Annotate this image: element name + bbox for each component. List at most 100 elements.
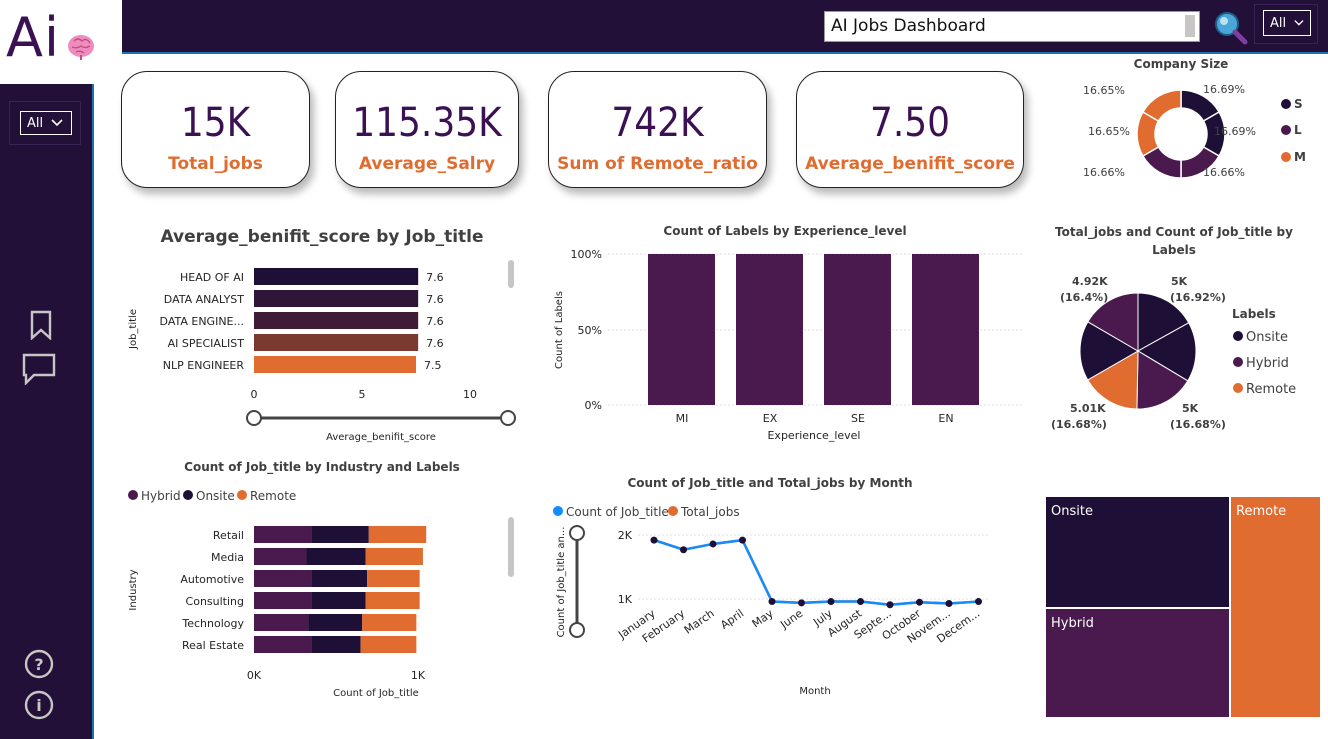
data-point	[857, 598, 864, 606]
bar-segment	[311, 526, 369, 543]
kpi-label: Average_benifit_score	[805, 154, 1015, 174]
bar-segment	[367, 570, 420, 587]
bar	[254, 290, 419, 307]
slice-label: 16.69%	[1203, 83, 1245, 96]
comment-icon[interactable]	[22, 353, 56, 385]
x-axis-label: Experience_level	[767, 429, 860, 442]
bar-segment	[362, 614, 417, 631]
bar-segment	[254, 570, 312, 587]
y-axis-label: Job_title	[128, 309, 139, 350]
y-axis-label: Industry	[128, 569, 139, 610]
x-tick: May	[750, 607, 776, 631]
data-point	[650, 536, 658, 544]
legend-label: Hybrid	[1246, 356, 1289, 371]
treemap-tile-onsite[interactable]: Onsite	[1045, 496, 1230, 608]
legend-label: L	[1294, 123, 1302, 137]
y-ticks: 2K 1K	[618, 529, 633, 606]
y-range-slider-bottom-handle[interactable]	[569, 622, 585, 638]
x-axis-label: Count of Job_title	[333, 688, 419, 699]
pie-legend: Labels Onsite Hybrid Remote	[1232, 307, 1296, 397]
industry-legend: Hybrid Onsite Remote	[128, 489, 296, 503]
pie-pct: (16.92%)	[1170, 291, 1226, 304]
vertical-scrollbar[interactable]	[508, 517, 514, 577]
pie-pct: (16.4%)	[1060, 291, 1108, 304]
bar	[254, 356, 416, 373]
bar-segment	[306, 548, 366, 565]
top-filter-dropdown[interactable]: All	[1263, 10, 1311, 36]
slice-label: 16.66%	[1083, 166, 1125, 179]
jobs-by-month-chart: Count of Job_title and Total_jobs by Mon…	[553, 476, 988, 697]
bar-segment	[365, 592, 420, 609]
category-label: Technology	[181, 617, 244, 630]
top-filter-value: All	[1270, 15, 1287, 31]
chart-title: Count of Job_title and Total_jobs by Mon…	[627, 476, 912, 491]
category-label: Automotive	[180, 573, 244, 586]
side-filter-dropdown[interactable]: All	[20, 111, 72, 135]
bookmark-icon[interactable]	[28, 310, 54, 340]
treemap-tile-hybrid[interactable]: Hybrid	[1045, 608, 1230, 718]
vertical-scrollbar[interactable]	[508, 260, 514, 288]
legend-label: Onsite	[196, 489, 235, 503]
bar	[648, 254, 715, 405]
bar-segment	[311, 570, 368, 587]
help-icon[interactable]: ?	[24, 649, 54, 679]
legend-label: Count of Job_title	[566, 505, 669, 519]
bar-segment	[254, 636, 312, 653]
bar-segment	[308, 614, 363, 631]
range-slider-start-handle[interactable]	[246, 410, 262, 426]
bar-segment	[311, 636, 361, 653]
chart-title: Total_jobs and Count of Job_title by Labe…	[1055, 225, 1293, 257]
benefit-by-title-chart: Average_benifit_score by Job_title Job_t…	[128, 227, 516, 443]
legend-label: Hybrid	[141, 489, 181, 503]
x-ticks: 0 5 10	[251, 388, 478, 401]
month-lines	[650, 536, 982, 609]
kpi-card-remote-ratio: 742K Sum of Remote_ratio	[548, 71, 767, 188]
category-label: Retail	[213, 529, 244, 542]
series-line	[653, 538, 979, 607]
search-scrollbar[interactable]	[1185, 15, 1195, 37]
x-tick: 1K	[411, 669, 426, 682]
x-axis-label: Average_benifit_score	[326, 432, 436, 443]
bar-segment	[360, 636, 417, 653]
category-label: EX	[763, 412, 778, 425]
bar	[254, 268, 419, 285]
data-point	[739, 536, 746, 544]
search-input[interactable]: AI Jobs Dashboard	[824, 11, 1200, 42]
chevron-down-icon	[1294, 20, 1304, 26]
data-point	[768, 598, 776, 606]
x-tick: April	[718, 607, 746, 632]
x-tick: 5	[359, 388, 366, 401]
data-point	[680, 546, 687, 554]
kpi-card-average-salary: 115.35K Average_Salry	[335, 71, 519, 188]
category-label: DATA ANALYST	[164, 293, 244, 306]
pie-value: 4.92K	[1072, 275, 1108, 288]
brain-icon	[68, 35, 94, 60]
bar	[254, 312, 419, 329]
slice-label: 16.65%	[1088, 125, 1130, 138]
x-tick: March	[682, 607, 717, 637]
data-label: 7.6	[426, 315, 444, 328]
category-label: AI SPECIALIST	[168, 337, 245, 350]
treemap-tile-remote[interactable]: Remote	[1230, 496, 1321, 718]
category-label: EN	[938, 412, 953, 425]
info-icon[interactable]: i	[24, 690, 54, 720]
y-range-slider-top-handle[interactable]	[569, 525, 585, 541]
kpi-value: 15K	[180, 100, 251, 146]
bar	[736, 254, 803, 405]
company-size-chart: Company Size 16.69% 16.69% 16.66% 16.66%…	[1083, 57, 1306, 179]
slice-label: 16.65%	[1083, 84, 1125, 97]
kpi-label: Average_Salry	[358, 154, 496, 174]
search-icon[interactable]	[1212, 10, 1250, 46]
range-slider-end-handle[interactable]	[500, 410, 516, 426]
pie-value: 5K	[1171, 275, 1188, 288]
bar	[254, 334, 419, 351]
category-label: Consulting	[186, 595, 244, 608]
x-tick: 10	[463, 388, 477, 401]
labels-pie	[1079, 292, 1197, 410]
legend-label: M	[1294, 150, 1306, 164]
treemap-label: Hybrid	[1051, 616, 1094, 631]
data-label: 7.6	[426, 271, 444, 284]
bar-segment	[365, 548, 423, 565]
kpi-value: 742K	[611, 100, 704, 146]
data-point	[916, 598, 923, 606]
